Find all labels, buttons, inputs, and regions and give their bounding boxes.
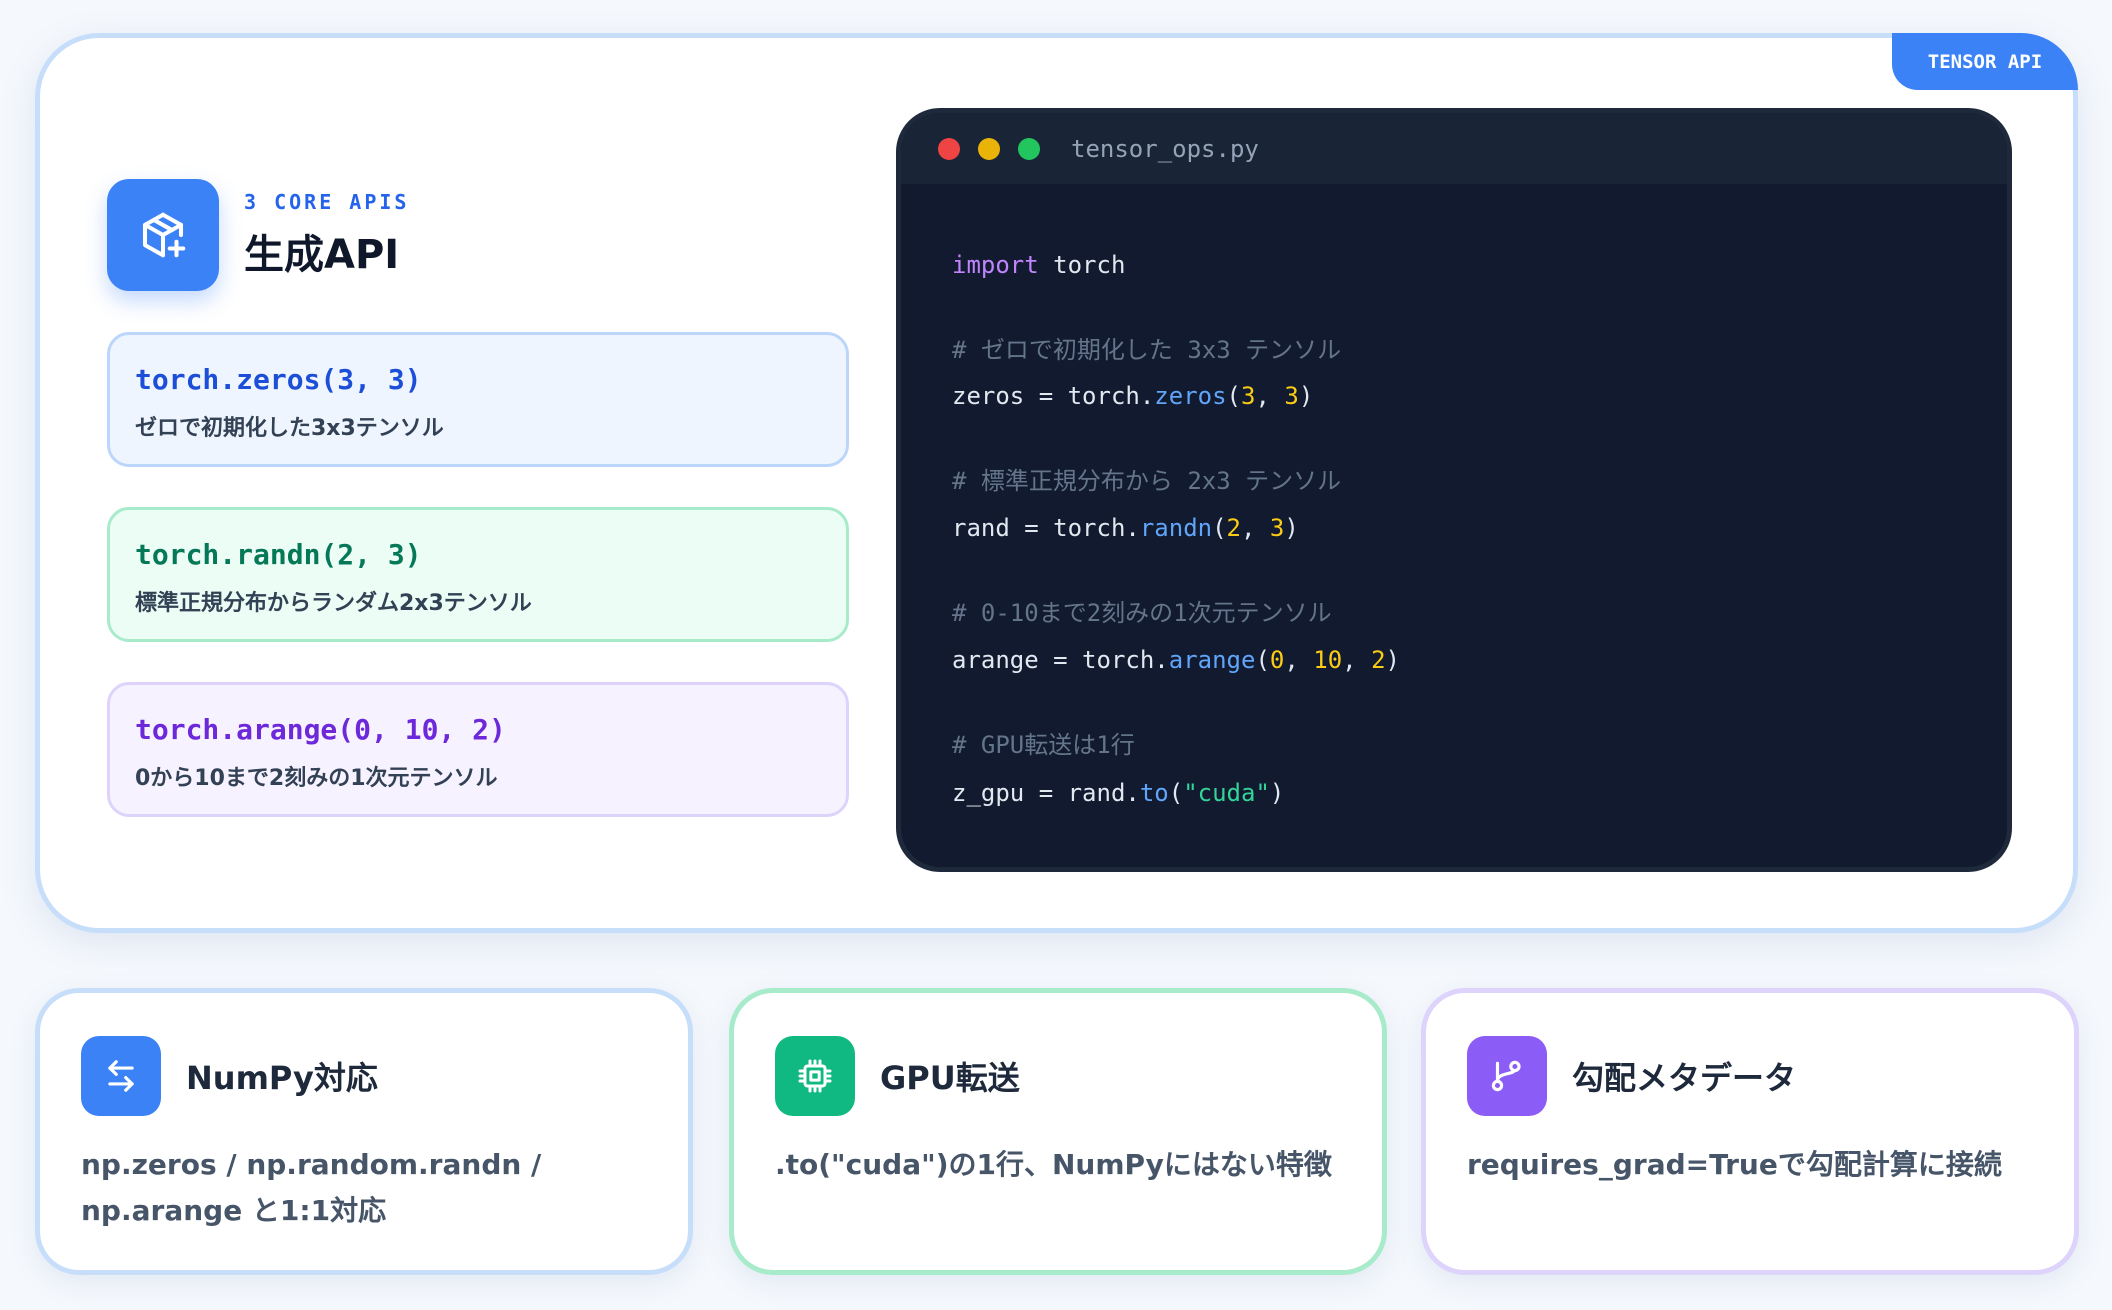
api-description: 0から10まで2刻みの1次元テンソル [135,766,498,791]
section-kicker: 3 CORE APIS [244,190,410,214]
code-comment: # 標準正規分布から 2x3 テンソル [952,467,1342,495]
api-description: ゼロで初期化した3x3テンソル [135,416,444,441]
code-line-import: import torch [952,251,1126,279]
main-card: TENSOR API 3 CORE APIS 生成API torch.zeros… [35,33,2078,933]
minimize-dot-icon [978,137,1000,160]
maximize-dot-icon [1018,137,1040,160]
arrows-exchange-icon [81,1036,161,1116]
cube-plus-icon [107,179,219,291]
feature-title: NumPy対応 [186,1059,378,1097]
feature-description: requires_grad=Trueで勾配計算に接続 [1467,1148,2002,1181]
feature-card-gpu: GPU転送 .to("cuda")の1行、NumPyにはない特徴 [729,988,1387,1275]
code-comment: # 0-10まで2刻みの1次元テンソル [952,599,1332,627]
code-line-gpu: z_gpu = rand.to("cuda") [952,779,1285,807]
api-code: torch.randn(2, 3) [135,538,422,571]
cpu-chip-icon [775,1036,855,1116]
api-list-section: 3 CORE APIS 生成API torch.zeros(3, 3) ゼロで初… [107,179,849,817]
feature-card-gradient: 勾配メタデータ requires_grad=Trueで勾配計算に接続 [1421,988,2079,1275]
feature-title: GPU転送 [880,1059,1020,1097]
code-comment: # ゼロで初期化した 3x3 テンソル [952,336,1342,364]
page-title: 生成API [244,232,400,278]
section-header: 3 CORE APIS 生成API [107,179,849,291]
feature-description: .to("cuda")の1行、NumPyにはない特徴 [775,1148,1332,1181]
api-description: 標準正規分布からランダム2x3テンソル [135,591,532,616]
api-code: torch.arange(0, 10, 2) [135,713,506,746]
code-comment: # GPU転送は1行 [952,731,1135,759]
feature-description: np.zeros / np.random.randn / np.arange と… [81,1148,542,1227]
git-branch-icon [1467,1036,1547,1116]
feature-card-numpy: NumPy対応 np.zeros / np.random.randn / np.… [35,988,693,1275]
api-card-arange: torch.arange(0, 10, 2) 0から10まで2刻みの1次元テンソ… [107,682,849,817]
editor-title-bar: tensor_ops.py [901,113,2007,184]
code-editor: tensor_ops.py import torch # ゼロで初期化した 3x… [896,108,2012,872]
close-dot-icon [938,137,960,160]
feature-title: 勾配メタデータ [1572,1059,1797,1097]
editor-filename: tensor_ops.py [1071,134,1259,163]
api-card-randn: torch.randn(2, 3) 標準正規分布からランダム2x3テンソル [107,507,849,642]
code-line-arange: arange = torch.arange(0, 10, 2) [952,646,1400,674]
api-code: torch.zeros(3, 3) [135,363,422,396]
tensor-api-badge: TENSOR API [1892,33,2078,90]
code-line-randn: rand = torch.randn(2, 3) [952,514,1299,542]
code-line-zeros: zeros = torch.zeros(3, 3) [952,382,1314,410]
api-card-zeros: torch.zeros(3, 3) ゼロで初期化した3x3テンソル [107,332,849,467]
